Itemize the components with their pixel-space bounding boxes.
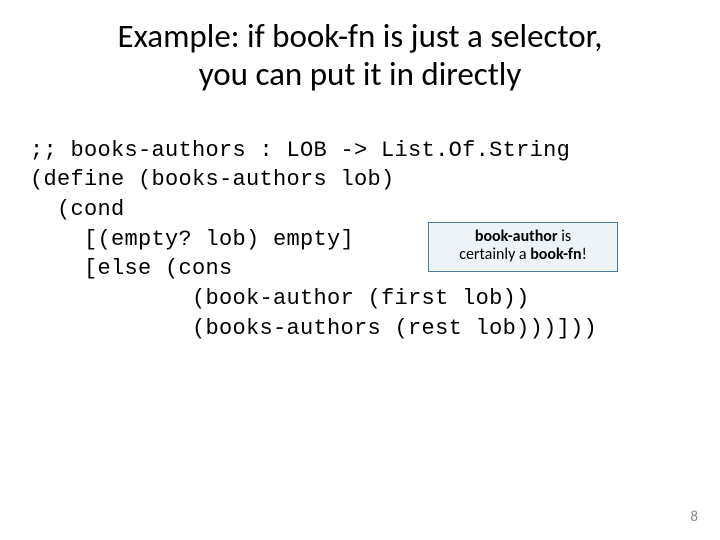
code-line-5: [else (cons xyxy=(30,256,233,281)
callout-strong-1: book-author xyxy=(475,227,558,246)
code-line-3: (cond xyxy=(30,197,125,222)
callout-line2a: certainly a xyxy=(459,245,530,264)
callout-box: book-author is certainly a book-fn! xyxy=(428,222,618,272)
slide-title: Example: if book-fn is just a selector, … xyxy=(0,0,720,100)
title-line-2: you can put it in directly xyxy=(199,54,522,94)
code-line-4: [(empty? lob) empty] xyxy=(30,227,354,252)
code-line-7: (books-authors (rest lob)))])) xyxy=(30,316,597,341)
code-line-2: (define (books-authors lob) xyxy=(30,167,395,192)
callout-strong-2: book-fn xyxy=(530,245,581,264)
callout-mid: is xyxy=(558,227,572,246)
title-line-1: Example: if book-fn is just a selector, xyxy=(117,16,602,56)
slide: Example: if book-fn is just a selector, … xyxy=(0,0,720,540)
callout-tail: ! xyxy=(582,245,587,264)
code-line-6: (book-author (first lob)) xyxy=(30,286,530,311)
code-line-1: ;; books-authors : LOB -> List.Of.String xyxy=(30,138,570,163)
page-number: 8 xyxy=(690,508,698,526)
